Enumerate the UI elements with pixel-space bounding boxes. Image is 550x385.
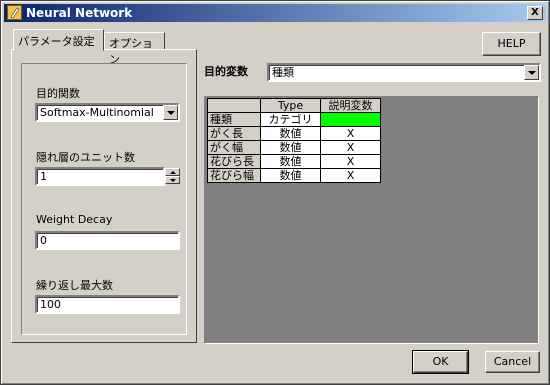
table-row: 種類 カテゴリ [207,112,381,127]
window-title: Neural Network [26,6,133,20]
row-explanatory-cell[interactable]: X [320,154,381,169]
max-iterations-value: 100 [40,298,61,311]
close-button[interactable]: X [527,6,543,20]
app-icon [7,5,22,20]
target-variable-select[interactable]: 種類 [267,63,541,82]
tab-label: パラメータ設定 [18,35,95,48]
row-variable-name[interactable]: がく幅 [207,140,261,155]
target-variable-value: 種類 [272,66,294,79]
row-variable-name[interactable]: 花びら長 [207,154,261,169]
table-row: がく長 数値 X [207,126,381,141]
max-iterations-label: 繰り返し最大数 [36,279,113,292]
weight-decay-value: 0 [40,234,47,247]
grid-header-explanatory[interactable]: 説明変数 [320,98,381,113]
max-iterations-input[interactable]: 100 [35,295,180,314]
row-variable-type[interactable]: 数値 [260,140,321,155]
weight-decay-label: Weight Decay [36,213,113,226]
help-button[interactable]: HELP [482,32,541,56]
row-variable-name[interactable]: 種類 [207,112,261,127]
grid-header-row: Type 説明変数 [207,98,381,113]
hidden-units-label: 隠れ層のユニット数 [36,151,135,164]
row-variable-type[interactable]: 数値 [260,168,321,183]
title-bar: Neural Network X [4,4,546,22]
grid-header-corner [207,98,261,113]
row-variable-type[interactable]: 数値 [260,126,321,141]
tab-options[interactable]: オプション [104,32,165,66]
table-row: がく幅 数値 X [207,140,381,155]
hidden-units-input[interactable]: 1 [35,167,165,186]
hidden-units-value: 1 [40,170,47,183]
grid-header-type[interactable]: Type [260,98,321,113]
row-variable-type[interactable]: 数値 [260,154,321,169]
objective-function-label: 目的関数 [36,87,80,100]
spin-up-icon[interactable] [165,168,180,176]
neural-network-dialog: Neural Network X パラメータ設定 オプション 目的関数 Soft… [0,0,550,385]
row-explanatory-cell[interactable]: X [320,140,381,155]
row-explanatory-cell[interactable] [320,112,381,127]
ok-button[interactable]: OK [412,350,469,374]
row-explanatory-cell[interactable]: X [320,168,381,183]
cancel-button[interactable]: Cancel [485,351,540,373]
variable-grid: Type 説明変数 種類 カテゴリ がく長 数値 X がく幅 数値 X 花びら長… [207,98,381,183]
target-variable-label: 目的変数 [204,65,248,78]
chevron-down-icon[interactable] [524,65,539,80]
table-row: 花びら長 数値 X [207,154,381,169]
row-variable-name[interactable]: 花びら幅 [207,168,261,183]
tab-parameter-settings[interactable]: パラメータ設定 [13,29,104,51]
objective-function-select[interactable]: Softmax-Multinomial [35,103,180,122]
hidden-units-spinner[interactable] [165,168,180,185]
chevron-down-icon[interactable] [163,105,178,120]
spin-down-icon[interactable] [165,176,180,184]
row-variable-name[interactable]: がく長 [207,126,261,141]
weight-decay-input[interactable]: 0 [35,231,180,250]
row-explanatory-cell[interactable]: X [320,126,381,141]
objective-function-value: Softmax-Multinomial [40,106,154,119]
row-variable-type[interactable]: カテゴリ [260,112,321,127]
table-row: 花びら幅 数値 X [207,168,381,183]
